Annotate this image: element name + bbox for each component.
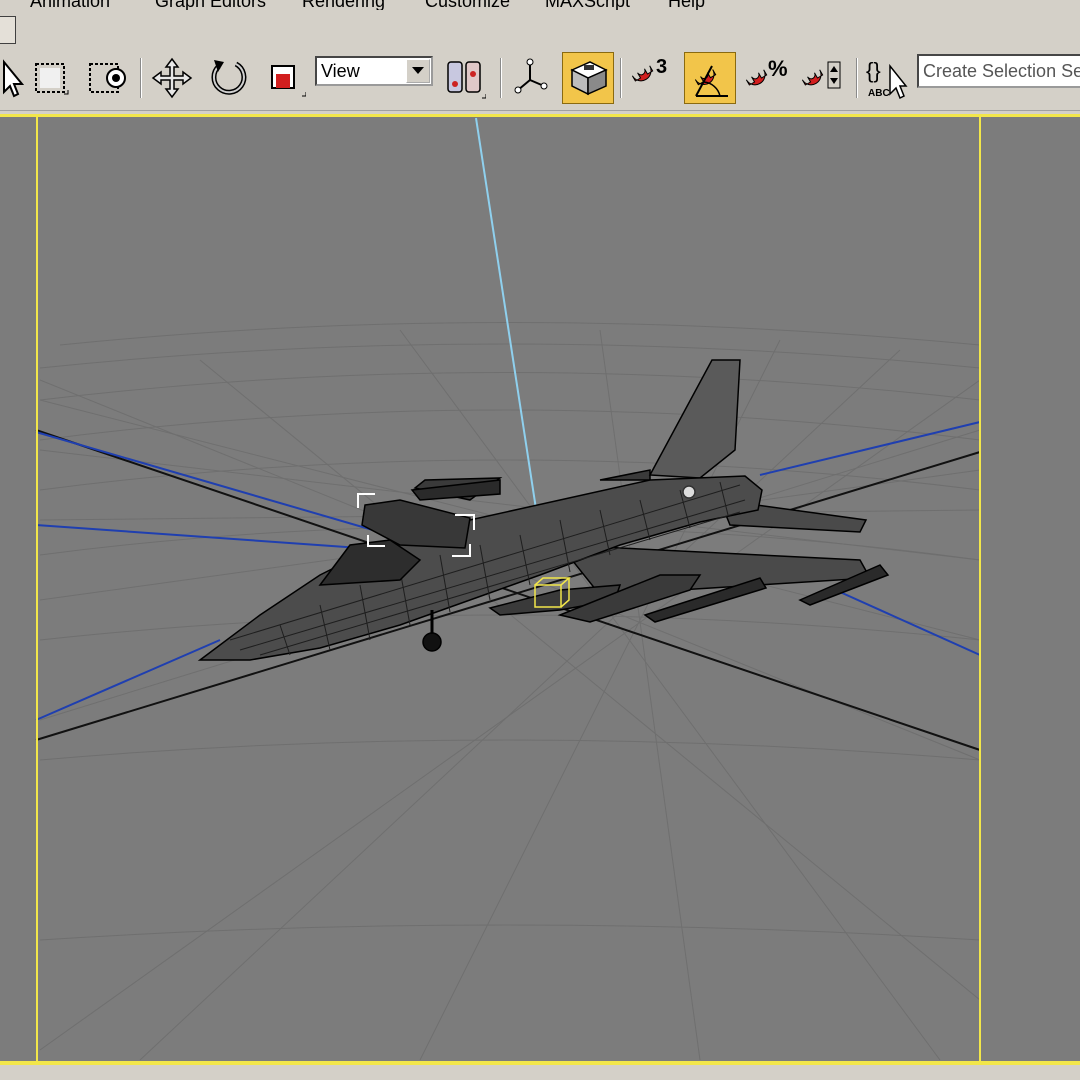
axis-blue-line xyxy=(35,524,361,549)
rect-selection-region-button[interactable] xyxy=(26,54,74,102)
menu-maxscript[interactable]: MAXScript xyxy=(545,0,630,10)
named-selection-sets-input[interactable]: Create Selection Set xyxy=(917,54,1080,88)
snap-3d-label: 3 xyxy=(656,56,668,78)
axis-blue-line xyxy=(35,639,221,721)
status-bar xyxy=(0,1065,1080,1080)
home-grid xyxy=(39,322,981,1061)
select-and-rotate-button[interactable] xyxy=(204,54,252,102)
chevron-down-icon[interactable] xyxy=(406,59,430,83)
svg-text:%: % xyxy=(768,56,788,81)
pivot-icon xyxy=(447,61,486,99)
axis-blue-line xyxy=(759,421,981,476)
menu-animation[interactable]: Animation xyxy=(30,0,110,10)
svg-text:{}: {} xyxy=(866,58,881,83)
reference-coordinate-value: View xyxy=(321,61,360,81)
edit-named-selection-label: ABC xyxy=(868,88,890,99)
toolbar-separator xyxy=(140,58,142,98)
percent-snap-icon: % xyxy=(745,56,788,86)
named-selection-placeholder: Create Selection Set xyxy=(923,61,1080,81)
safe-frame-right xyxy=(979,116,981,1064)
spinner-snap-toggle-button[interactable] xyxy=(798,54,846,102)
select-and-manipulate-button[interactable] xyxy=(506,54,554,102)
rotate-icon xyxy=(211,60,247,95)
keyboard-shortcut-override-button[interactable] xyxy=(562,52,614,104)
viewport-scene xyxy=(35,117,981,1061)
toolbar-separator xyxy=(500,58,502,98)
perspective-viewport[interactable] xyxy=(0,114,1080,1066)
rect-region-icon xyxy=(35,63,69,95)
angle-snap-icon xyxy=(694,65,728,97)
keyboard-shortcut-override-icon xyxy=(570,61,608,96)
edit-named-selection-button[interactable]: {} ABC xyxy=(862,54,910,102)
toolbar-strip xyxy=(0,10,1080,44)
toolbar-separator xyxy=(620,58,622,98)
menu-customize[interactable]: Customize xyxy=(425,0,510,10)
window-crossing-icon xyxy=(89,63,126,93)
toolbar-handle[interactable] xyxy=(0,16,16,44)
grid-axis-line xyxy=(35,451,981,741)
axis-blue-line xyxy=(839,591,981,656)
menu-graph-editors[interactable]: Graph Editors xyxy=(155,0,266,10)
manipulate-icon xyxy=(514,58,548,94)
menu-rendering[interactable]: Rendering xyxy=(302,0,385,10)
toolbar-separator xyxy=(856,58,858,98)
spinner-snap-icon xyxy=(801,61,841,89)
active-viewport-top-border xyxy=(0,114,1080,117)
menu-bar: Animation Graph Editors Rendering Custom… xyxy=(0,0,1080,10)
select-and-move-button[interactable] xyxy=(148,54,196,102)
select-and-scale-button[interactable] xyxy=(260,54,308,102)
window-crossing-button[interactable] xyxy=(84,54,132,102)
main-toolbar: View 3 % {} ABC Create Selection Set xyxy=(0,44,1080,111)
light-target-line xyxy=(475,117,541,536)
snap-toggle-button[interactable]: 3 xyxy=(626,54,674,102)
angle-snap-toggle-button[interactable] xyxy=(684,52,736,104)
reference-coordinate-system-dropdown[interactable]: View xyxy=(315,56,433,86)
safe-frame-left xyxy=(36,116,38,1064)
scale-icon xyxy=(271,65,306,97)
select-icon xyxy=(3,59,25,98)
move-icon xyxy=(151,57,193,99)
use-pivot-center-button[interactable] xyxy=(440,54,488,102)
menu-help[interactable]: Help xyxy=(668,0,705,10)
percent-snap-toggle-button[interactable]: % xyxy=(742,54,790,102)
